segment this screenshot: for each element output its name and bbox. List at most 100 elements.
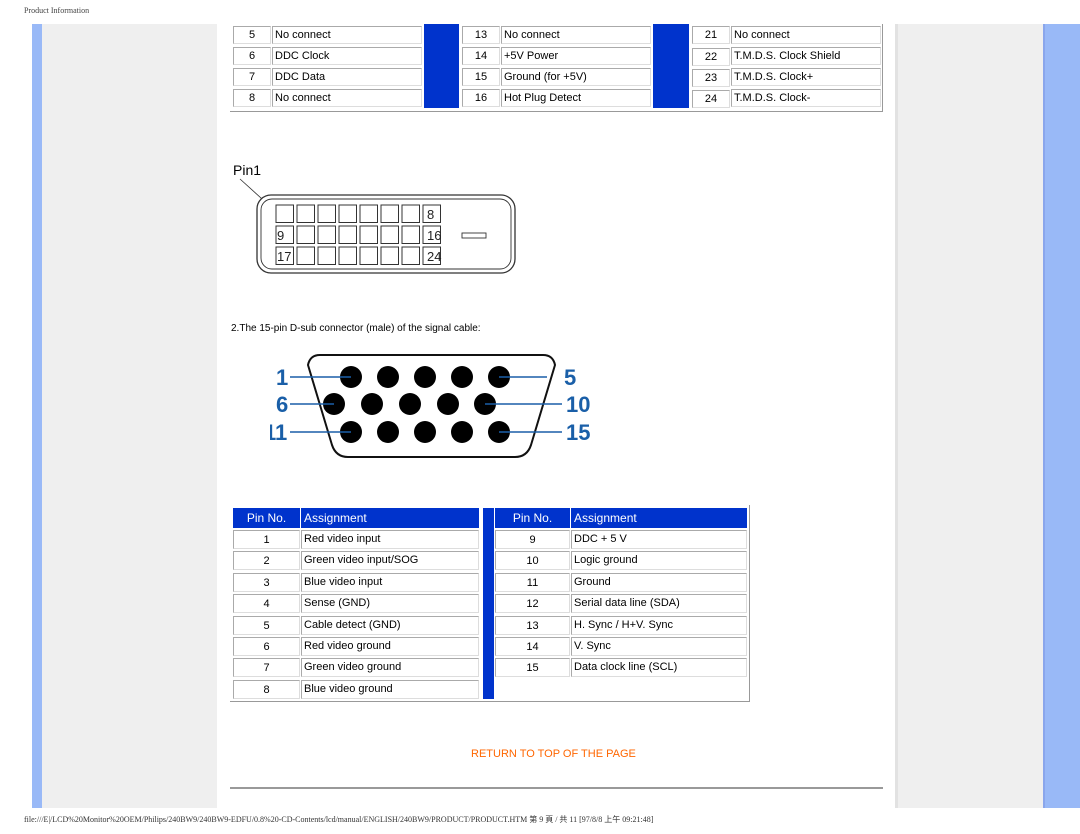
dvi-pin-number: 24 bbox=[692, 90, 730, 108]
dvi-pin-socket bbox=[401, 246, 420, 265]
dvi-pin-label: 8 bbox=[427, 207, 434, 222]
horizontal-divider bbox=[230, 787, 883, 789]
dvi-pin-label: 24 bbox=[427, 249, 441, 264]
dsub-pin bbox=[414, 366, 436, 388]
vga-pin-assignment: Data clock line (SCL) bbox=[571, 658, 747, 678]
vga-pin-assignment: Blue video input bbox=[301, 572, 479, 592]
dsub-pin-label: 10 bbox=[566, 392, 590, 417]
dvi-flat-blade bbox=[461, 232, 487, 239]
dvi-pin-socket bbox=[275, 204, 294, 223]
vga-pin-number: 14 bbox=[495, 637, 570, 656]
vga-pin-assignment: V. Sync bbox=[571, 637, 747, 656]
vga-header-pin: Pin No. bbox=[233, 508, 300, 528]
vga-pin-assignment: Logic ground bbox=[571, 551, 747, 571]
dsub-pin bbox=[451, 421, 473, 443]
vga-pin-number: 12 bbox=[495, 594, 570, 614]
vga-pin-assignment: Ground bbox=[571, 572, 747, 592]
vga-pin-number: 5 bbox=[233, 615, 300, 635]
vga-pin-number: 2 bbox=[233, 551, 300, 571]
dvi-pin-assignment: No connect bbox=[731, 26, 881, 44]
vga-pin-assignment: H. Sync / H+V. Sync bbox=[571, 615, 747, 635]
dsub-pin-label: 11 bbox=[270, 420, 287, 445]
dvi-pin-socket bbox=[380, 204, 399, 223]
vga-pin-assignment: DDC + 5 V bbox=[571, 530, 747, 549]
vga-pin-number: 8 bbox=[233, 679, 300, 699]
vga-pin-number: 10 bbox=[495, 551, 570, 571]
dvi-pin-assignment: Hot Plug Detect bbox=[501, 89, 651, 107]
left-frame-panel bbox=[42, 24, 217, 808]
dvi-pin-label: 16 bbox=[427, 228, 441, 243]
vga-pin-number: 6 bbox=[233, 637, 300, 656]
dvi-pin-assignment: T.M.D.S. Clock+ bbox=[731, 68, 881, 86]
dvi-pin-socket bbox=[317, 204, 336, 223]
dvi-pin-table: 5 No connect 6 DDC Clock 7 DDC Data 8 No connec… bbox=[230, 24, 883, 112]
dvi-pin-assignment: No connect bbox=[501, 26, 651, 44]
dvi-pin-assignment: No connect bbox=[272, 89, 422, 107]
vga-pin-assignment: Red video ground bbox=[301, 637, 479, 656]
vga-pin-assignment: Cable detect (GND) bbox=[301, 615, 479, 635]
dvi-pin-socket bbox=[338, 246, 357, 265]
dvi-pin-number: 5 bbox=[233, 26, 271, 44]
dvi-separator-bar bbox=[424, 24, 459, 108]
dvi-pin-socket bbox=[296, 246, 315, 265]
vga-pin-assignment: Sense (GND) bbox=[301, 594, 479, 614]
return-to-top-link[interactable]: RETURN TO TOP OF THE PAGE bbox=[471, 748, 636, 760]
dsub-pin-label: 15 bbox=[566, 420, 590, 445]
right-frame-bar bbox=[1043, 24, 1080, 808]
dvi-pin-assignment: DDC Data bbox=[272, 68, 422, 86]
dvi-pin-socket bbox=[338, 225, 357, 244]
vga-header-assignment: Assignment bbox=[571, 508, 747, 528]
dvi-pin-socket bbox=[296, 204, 315, 223]
dvi-pin-socket bbox=[359, 225, 378, 244]
dvi-pin-number: 22 bbox=[692, 48, 730, 66]
vga-separator-bar bbox=[483, 508, 494, 699]
dsub-pin bbox=[377, 366, 399, 388]
dvi-pin-socket bbox=[401, 204, 420, 223]
dvi-pin-socket bbox=[359, 204, 378, 223]
vga-header-pin: Pin No. bbox=[495, 508, 570, 528]
dvi-pin-socket bbox=[401, 225, 420, 244]
vga-pin-number: 7 bbox=[233, 658, 300, 678]
page-header-title: Product Information bbox=[24, 6, 90, 15]
vga-pin-number: 3 bbox=[233, 572, 300, 592]
dsub-caption: 2.The 15-pin D-sub connector (male) of t… bbox=[231, 323, 481, 334]
dvi-pin-assignment: No connect bbox=[272, 26, 422, 44]
vga-pin-assignment: Red video input bbox=[301, 530, 479, 549]
dvi-pin-socket bbox=[380, 225, 399, 244]
dvi-pin-assignment: DDC Clock bbox=[272, 47, 422, 65]
vga-header-assignment: Assignment bbox=[301, 508, 479, 528]
dsub-connector-diagram: 156101115 bbox=[270, 354, 590, 458]
dvi-pin-label: 17 bbox=[277, 249, 291, 264]
vga-pin-number: 15 bbox=[495, 658, 570, 678]
vga-pin-number: 1 bbox=[233, 530, 300, 549]
dvi-pin-number: 14 bbox=[462, 47, 500, 65]
vga-pin-assignment: Green video ground bbox=[301, 658, 479, 678]
dsub-pin-label: 1 bbox=[276, 365, 288, 390]
dsub-pin bbox=[414, 421, 436, 443]
dsub-pin bbox=[451, 366, 473, 388]
dvi-pin-number: 21 bbox=[692, 26, 730, 44]
dvi-pin-socket bbox=[359, 246, 378, 265]
vga-pin-number: 11 bbox=[495, 572, 570, 592]
dvi-pin-assignment: +5V Power bbox=[501, 47, 651, 65]
dvi-pin-socket bbox=[338, 204, 357, 223]
vga-pin-assignment: Blue video ground bbox=[301, 679, 479, 699]
dvi-pin-socket bbox=[317, 225, 336, 244]
dvi-pin-socket bbox=[380, 246, 399, 265]
dvi-connector-diagram: 8 9 16 17 24 bbox=[239, 178, 516, 274]
dsub-pin-label: 6 bbox=[276, 392, 288, 417]
dsub-pin bbox=[361, 393, 383, 415]
dvi-pin-socket bbox=[296, 225, 315, 244]
dvi-separator-bar bbox=[653, 24, 689, 108]
dsub-pin bbox=[377, 421, 399, 443]
dvi-pin-number: 8 bbox=[233, 89, 271, 107]
dvi-pin-assignment: Ground (for +5V) bbox=[501, 68, 651, 86]
vga-pin-number: 9 bbox=[495, 530, 570, 549]
dvi-pin-socket bbox=[317, 246, 336, 265]
vga-pin-table: Pin No. Assignment Pin No. Assignment 1 Red v… bbox=[230, 505, 750, 702]
dvi-pin-label: 9 bbox=[277, 228, 284, 243]
dvi-pin-assignment: T.M.D.S. Clock- bbox=[731, 89, 881, 107]
dvi-pin-assignment: T.M.D.S. Clock Shield bbox=[731, 47, 881, 65]
vga-pin-number: 4 bbox=[233, 594, 300, 614]
dvi-pin-number: 6 bbox=[233, 47, 271, 65]
